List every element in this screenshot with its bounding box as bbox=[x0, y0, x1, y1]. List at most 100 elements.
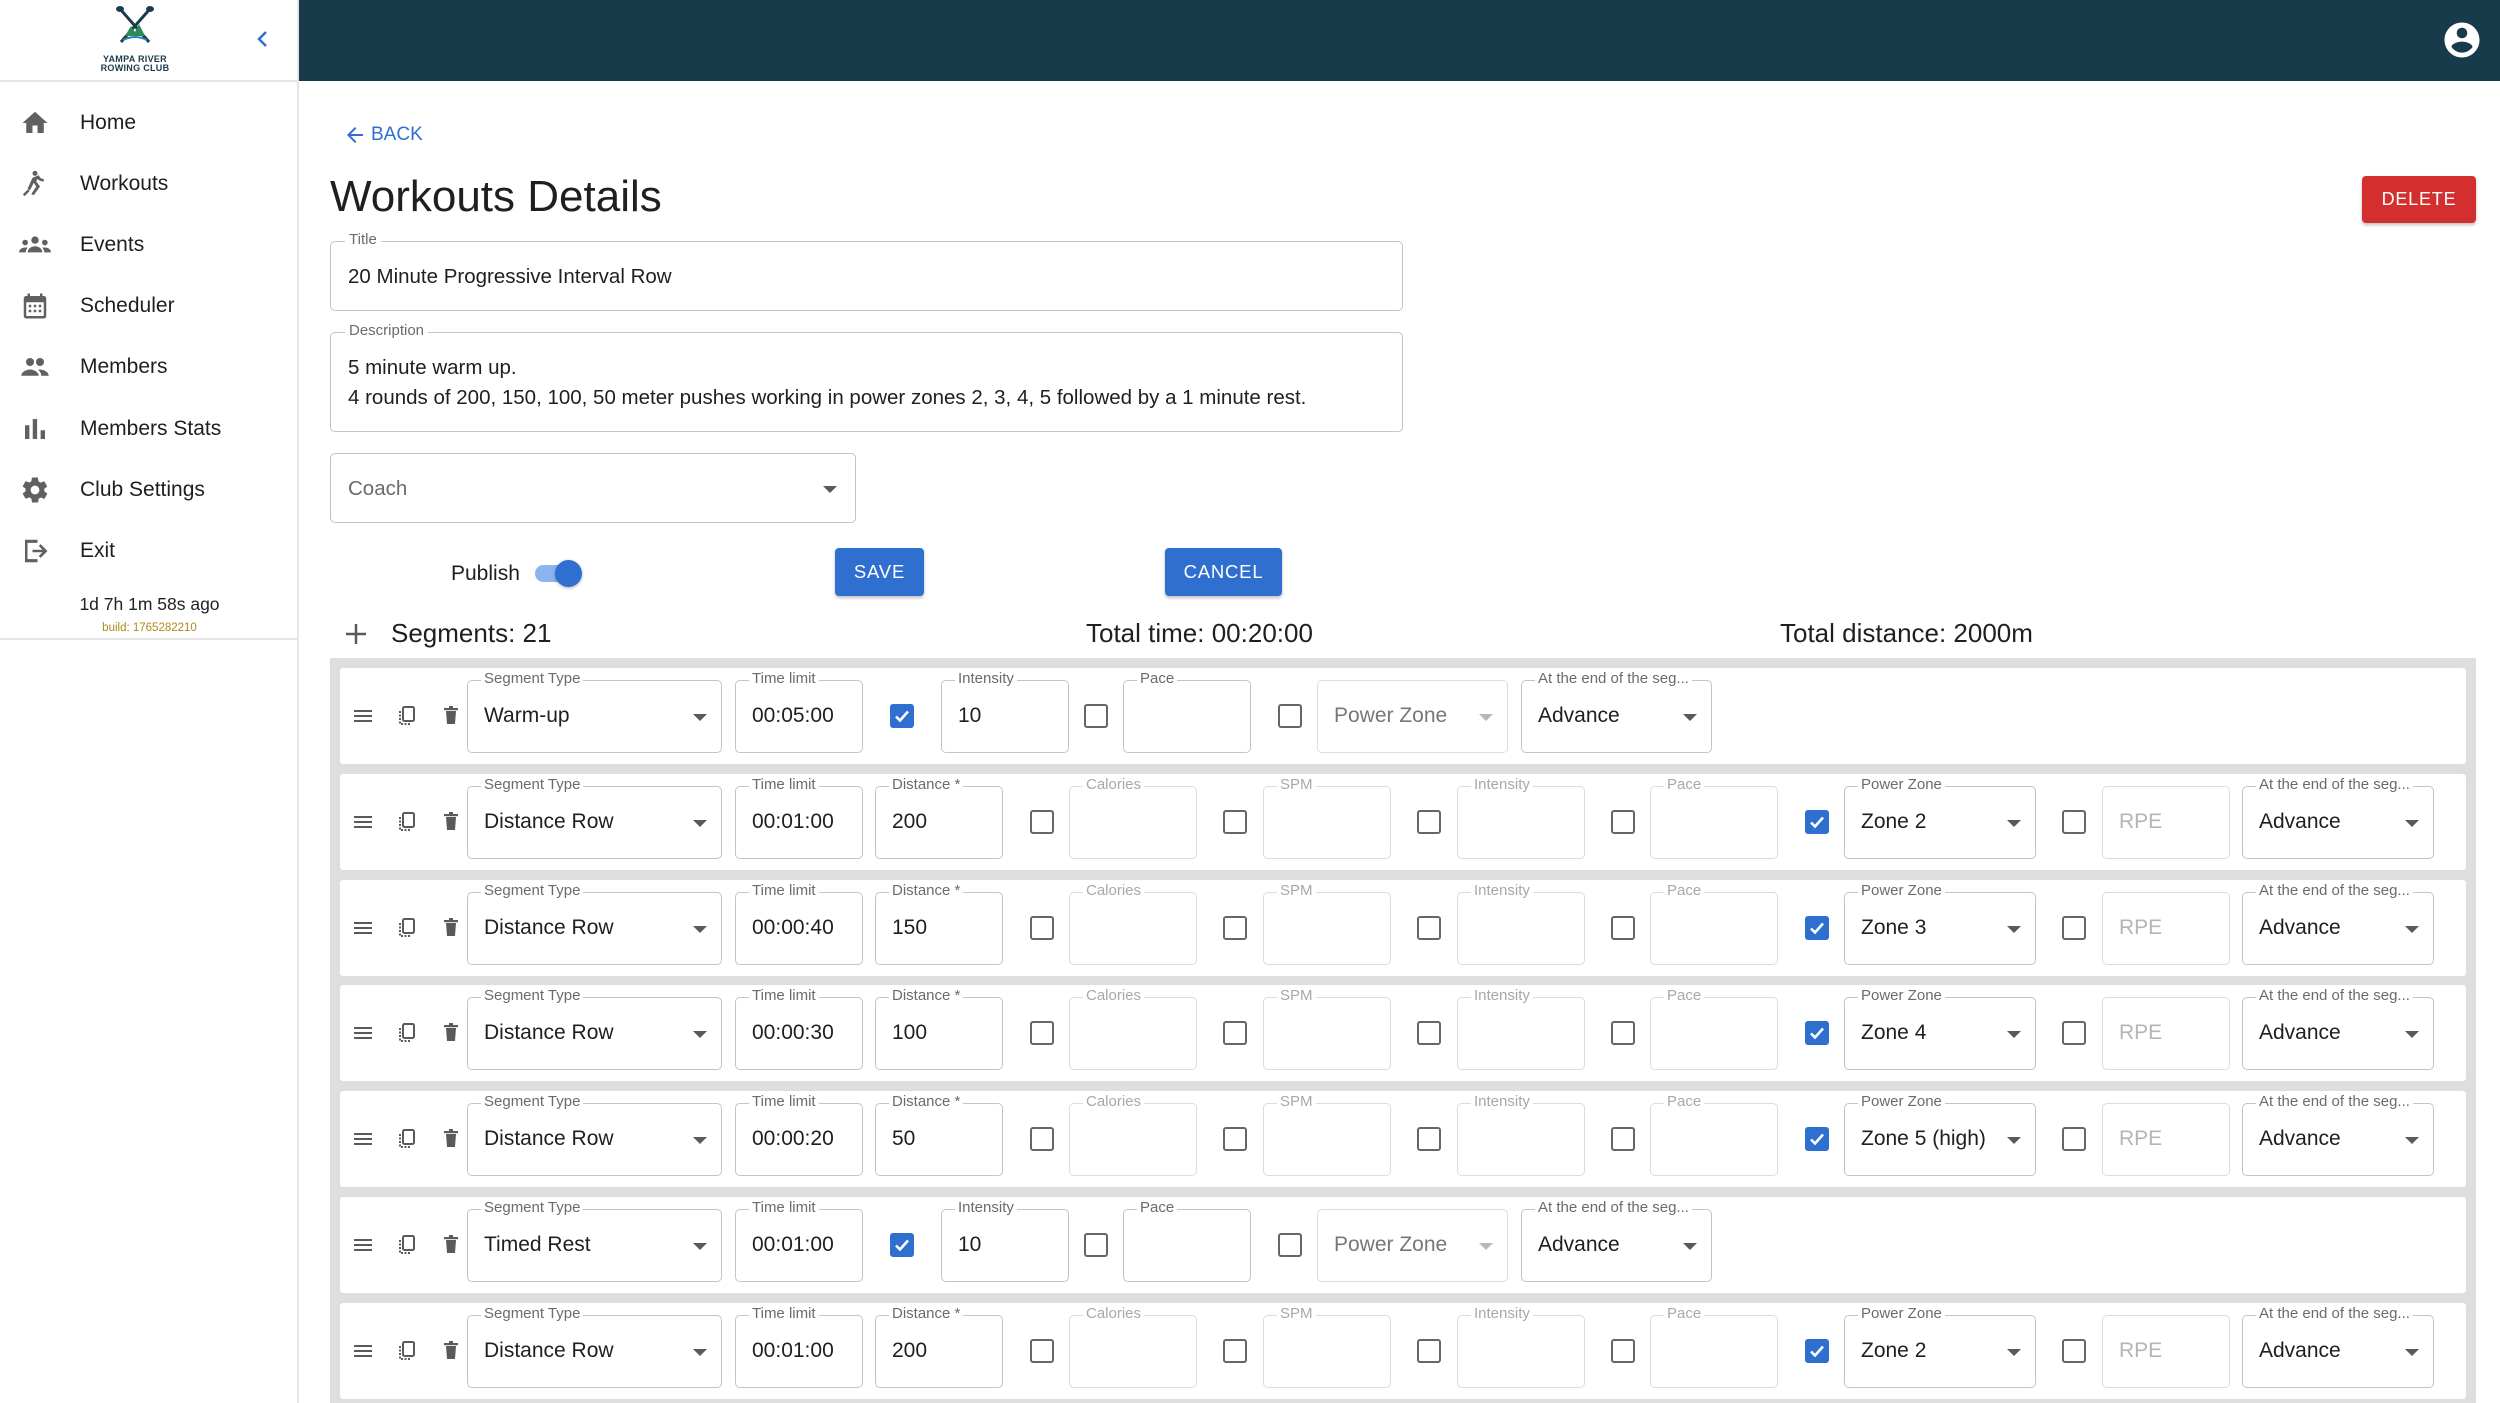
sidebar-item-members-stats[interactable]: Members Stats bbox=[0, 398, 299, 459]
delete-segment-icon[interactable] bbox=[438, 703, 464, 729]
intensity-field[interactable]: Intensity bbox=[1457, 987, 1585, 1070]
calories-checkbox[interactable] bbox=[1030, 916, 1054, 940]
power-zone-checkbox[interactable] bbox=[1805, 1127, 1829, 1151]
calories-checkbox[interactable] bbox=[1030, 1021, 1054, 1045]
segment-type-select[interactable]: Segment Type Distance Row bbox=[467, 882, 722, 965]
pace-field[interactable]: Pace bbox=[1650, 1305, 1778, 1388]
segment-end-select[interactable]: At the end of the seg... Advance bbox=[2242, 882, 2434, 965]
calories-checkbox[interactable] bbox=[1030, 1339, 1054, 1363]
power-zone-select[interactable]: Power Zone Zone 5 (high) bbox=[1844, 1093, 2036, 1176]
segment-type-select[interactable]: Segment Type Distance Row bbox=[467, 987, 722, 1070]
pace-checkbox[interactable] bbox=[1611, 1127, 1635, 1151]
intensity-checkbox[interactable] bbox=[1417, 810, 1441, 834]
duplicate-icon[interactable] bbox=[394, 703, 420, 729]
duplicate-icon[interactable] bbox=[394, 915, 420, 941]
power-zone-checkbox[interactable] bbox=[1278, 704, 1302, 728]
coach-select[interactable]: Coach bbox=[330, 453, 856, 523]
intensity-field[interactable]: Intensity bbox=[1457, 1093, 1585, 1176]
intensity-checkbox[interactable] bbox=[1417, 1127, 1441, 1151]
time-limit-field[interactable]: Time limit 00:01:00 bbox=[735, 1199, 863, 1282]
calories-field[interactable]: Calories bbox=[1069, 882, 1197, 965]
segment-end-select[interactable]: At the end of the seg... Advance bbox=[2242, 1093, 2434, 1176]
pace-field[interactable]: Pace bbox=[1650, 987, 1778, 1070]
calories-field[interactable]: Calories bbox=[1069, 1305, 1197, 1388]
distance-field[interactable]: Distance * 50 bbox=[875, 1093, 1003, 1176]
rpe-checkbox[interactable] bbox=[2062, 1127, 2086, 1151]
power-zone-select[interactable]: Power Zone Zone 4 bbox=[1844, 987, 2036, 1070]
pace-field[interactable]: Pace bbox=[1123, 1199, 1251, 1282]
pace-checkbox[interactable] bbox=[1611, 916, 1635, 940]
drag-handle-icon[interactable] bbox=[350, 915, 376, 941]
segment-end-select[interactable]: At the end of the seg... Advance bbox=[2242, 987, 2434, 1070]
spm-checkbox[interactable] bbox=[1223, 810, 1247, 834]
sidebar-item-club-settings[interactable]: Club Settings bbox=[0, 459, 299, 520]
spm-field[interactable]: SPM bbox=[1263, 1093, 1391, 1176]
duplicate-icon[interactable] bbox=[394, 1126, 420, 1152]
drag-handle-icon[interactable] bbox=[350, 1338, 376, 1364]
delete-segment-icon[interactable] bbox=[438, 1020, 464, 1046]
delete-segment-icon[interactable] bbox=[438, 1126, 464, 1152]
club-logo[interactable]: YAMPA RIVER ROWING CLUB bbox=[88, 6, 182, 74]
cancel-button[interactable]: CANCEL bbox=[1165, 548, 1282, 596]
time-limit-field[interactable]: Time limit 00:01:00 bbox=[735, 1305, 863, 1388]
segment-end-select[interactable]: At the end of the seg... Advance bbox=[1521, 670, 1712, 753]
distance-field[interactable]: Distance * 200 bbox=[875, 1305, 1003, 1388]
calories-checkbox[interactable] bbox=[1030, 810, 1054, 834]
intensity-checkbox[interactable] bbox=[890, 704, 914, 728]
save-button[interactable]: SAVE bbox=[835, 548, 924, 596]
power-zone-checkbox[interactable] bbox=[1805, 916, 1829, 940]
spm-checkbox[interactable] bbox=[1223, 1339, 1247, 1363]
delete-button[interactable]: DELETE bbox=[2362, 176, 2476, 223]
drag-handle-icon[interactable] bbox=[350, 1126, 376, 1152]
spm-field[interactable]: SPM bbox=[1263, 882, 1391, 965]
rpe-checkbox[interactable] bbox=[2062, 1021, 2086, 1045]
back-link[interactable]: BACK bbox=[343, 123, 423, 147]
rpe-field[interactable]: RPE bbox=[2102, 1315, 2230, 1388]
spm-field[interactable]: SPM bbox=[1263, 776, 1391, 859]
sidebar-item-scheduler[interactable]: Scheduler bbox=[0, 276, 299, 337]
intensity-field[interactable]: Intensity 10 bbox=[941, 670, 1069, 753]
spm-field[interactable]: SPM bbox=[1263, 1305, 1391, 1388]
calories-field[interactable]: Calories bbox=[1069, 776, 1197, 859]
pace-checkbox[interactable] bbox=[1084, 704, 1108, 728]
spm-checkbox[interactable] bbox=[1223, 1127, 1247, 1151]
spm-checkbox[interactable] bbox=[1223, 916, 1247, 940]
pace-checkbox[interactable] bbox=[1611, 1021, 1635, 1045]
sidebar-item-exit[interactable]: Exit bbox=[0, 520, 299, 581]
time-limit-field[interactable]: Time limit 00:01:00 bbox=[735, 776, 863, 859]
rpe-field[interactable]: RPE bbox=[2102, 892, 2230, 965]
drag-handle-icon[interactable] bbox=[350, 1020, 376, 1046]
pace-checkbox[interactable] bbox=[1611, 1339, 1635, 1363]
rpe-field[interactable]: RPE bbox=[2102, 786, 2230, 859]
calories-field[interactable]: Calories bbox=[1069, 1093, 1197, 1176]
distance-field[interactable]: Distance * 150 bbox=[875, 882, 1003, 965]
time-limit-field[interactable]: Time limit 00:00:20 bbox=[735, 1093, 863, 1176]
power-zone-select[interactable]: Power Zone bbox=[1317, 1209, 1508, 1282]
pace-field[interactable]: Pace bbox=[1650, 1093, 1778, 1176]
sidebar-item-members[interactable]: Members bbox=[0, 337, 299, 398]
description-field[interactable]: Description 5 minute warm up. 4 rounds o… bbox=[330, 322, 1403, 432]
duplicate-icon[interactable] bbox=[394, 809, 420, 835]
segment-type-select[interactable]: Segment Type Distance Row bbox=[467, 776, 722, 859]
power-zone-select[interactable]: Power Zone Zone 2 bbox=[1844, 776, 2036, 859]
add-segment-button[interactable] bbox=[340, 618, 372, 650]
pace-checkbox[interactable] bbox=[1611, 810, 1635, 834]
intensity-field[interactable]: Intensity bbox=[1457, 776, 1585, 859]
delete-segment-icon[interactable] bbox=[438, 915, 464, 941]
pace-checkbox[interactable] bbox=[1084, 1233, 1108, 1257]
time-limit-field[interactable]: Time limit 00:05:00 bbox=[735, 670, 863, 753]
sidebar-item-workouts[interactable]: Workouts bbox=[0, 153, 299, 214]
drag-handle-icon[interactable] bbox=[350, 809, 376, 835]
pace-field[interactable]: Pace bbox=[1123, 670, 1251, 753]
drag-handle-icon[interactable] bbox=[350, 1232, 376, 1258]
delete-segment-icon[interactable] bbox=[438, 1232, 464, 1258]
rpe-field[interactable]: RPE bbox=[2102, 997, 2230, 1070]
title-field[interactable]: Title 20 Minute Progressive Interval Row bbox=[330, 231, 1403, 311]
power-zone-select[interactable]: Power Zone Zone 3 bbox=[1844, 882, 2036, 965]
power-zone-checkbox[interactable] bbox=[1805, 810, 1829, 834]
segment-end-select[interactable]: At the end of the seg... Advance bbox=[2242, 776, 2434, 859]
rpe-field[interactable]: RPE bbox=[2102, 1103, 2230, 1176]
sidebar-item-events[interactable]: Events bbox=[0, 214, 299, 275]
segment-type-select[interactable]: Segment Type Warm-up bbox=[467, 670, 722, 753]
intensity-field[interactable]: Intensity 10 bbox=[941, 1199, 1069, 1282]
